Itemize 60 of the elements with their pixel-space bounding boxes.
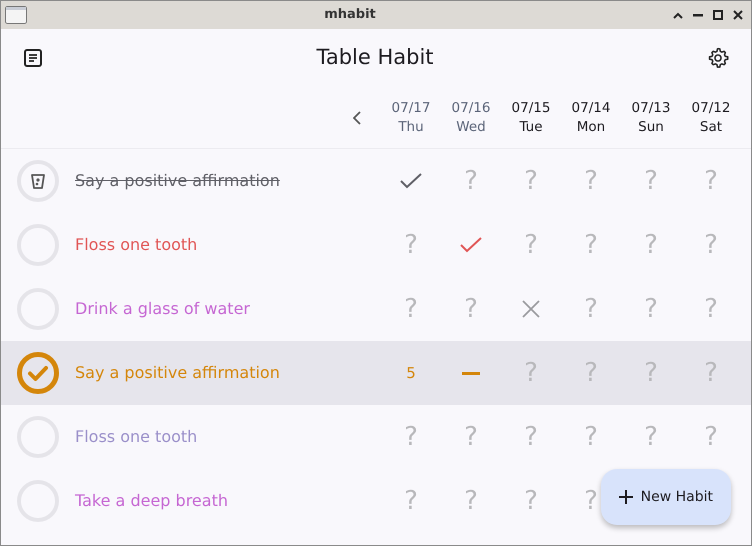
unknown-mark: ? (524, 488, 538, 514)
habit-name: Say a positive affirmation (75, 170, 281, 192)
unknown-mark: ? (404, 488, 418, 514)
window-title: mhabit (323, 6, 377, 24)
notes-icon[interactable] (23, 48, 43, 68)
unknown-mark: ? (644, 360, 658, 386)
habit-name: Floss one tooth (75, 426, 198, 448)
unknown-mark: ? (584, 360, 598, 386)
unknown-mark: ? (524, 424, 538, 450)
unknown-mark: ? (704, 168, 718, 194)
minimize-icon[interactable] (693, 14, 703, 16)
unknown-mark: ? (644, 232, 658, 258)
unknown-mark: ? (464, 168, 478, 194)
unknown-mark: ? (644, 296, 658, 322)
unknown-mark: ? (704, 232, 718, 258)
day-header[interactable]: 07/15 Tue (501, 98, 561, 136)
day-header[interactable]: 07/14 Mon (561, 98, 621, 136)
habit-name: Take a deep breath (75, 490, 229, 512)
habit-name: Floss one tooth (75, 234, 198, 256)
unknown-mark: ? (404, 232, 418, 258)
unknown-mark: ? (644, 168, 658, 194)
unknown-mark: ? (464, 424, 478, 450)
settings-icon[interactable] (707, 47, 729, 69)
unknown-mark: ? (584, 488, 598, 514)
check-icon (400, 173, 422, 189)
count-value: 5 (406, 362, 416, 384)
maximize-icon[interactable] (713, 10, 723, 20)
unknown-mark: ? (704, 296, 718, 322)
unknown-mark: ? (704, 360, 718, 386)
collapse-icon[interactable] (673, 12, 683, 18)
unknown-mark: ? (464, 488, 478, 514)
unknown-mark: ? (464, 296, 478, 322)
cup-progress-icon[interactable] (16, 159, 60, 203)
unknown-mark: ? (404, 424, 418, 450)
unknown-mark: ? (704, 424, 718, 450)
unknown-mark: ? (584, 424, 598, 450)
app-title: Table Habit (315, 44, 435, 72)
habit-name: Drink a glass of water (75, 298, 251, 320)
close-icon[interactable] (733, 10, 743, 20)
habit-name: Say a positive affirmation (75, 362, 281, 384)
unknown-mark: ? (404, 296, 418, 322)
check-icon (460, 237, 482, 253)
window-icon (5, 6, 27, 24)
unknown-mark: ? (524, 360, 538, 386)
plus-icon (618, 490, 633, 504)
day-header[interactable]: 07/17 Thu (381, 98, 441, 136)
unknown-mark: ? (584, 232, 598, 258)
unknown-mark: ? (644, 424, 658, 450)
unknown-mark: ? (584, 296, 598, 322)
day-header[interactable]: 07/16 Wed (441, 98, 501, 136)
new-habit-button[interactable]: New Habit (600, 469, 731, 525)
previous-icon[interactable] (353, 110, 361, 124)
day-header[interactable]: 07/12 Sat (681, 98, 741, 136)
cross-icon (522, 300, 540, 318)
check-circle-icon[interactable] (16, 351, 60, 395)
unknown-mark: ? (524, 168, 538, 194)
dash-icon (462, 372, 480, 374)
day-header[interactable]: 07/13 Sun (621, 98, 681, 136)
unknown-mark: ? (524, 232, 538, 258)
unknown-mark: ? (584, 168, 598, 194)
